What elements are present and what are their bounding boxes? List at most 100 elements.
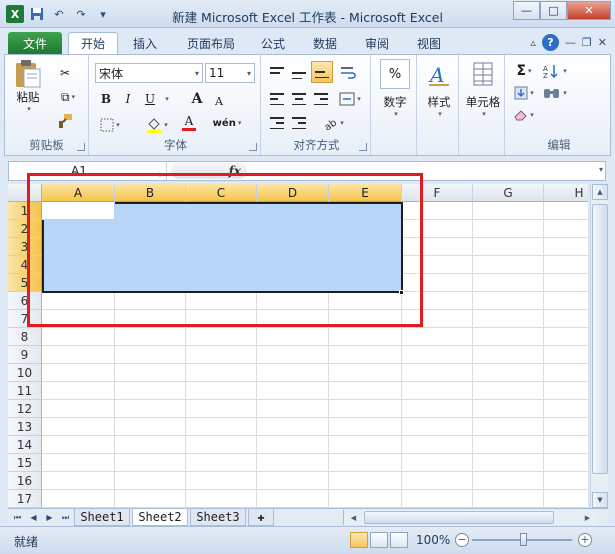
column-header-g[interactable]: G (473, 184, 544, 202)
group-editing: Σ ▾ A Z ▾ ▾ ▾ ▾ 编辑 (507, 55, 611, 155)
clipboard-launcher-icon[interactable] (77, 143, 85, 151)
row-header-14[interactable]: 14 (8, 436, 42, 454)
font-color-button[interactable]: A (175, 113, 203, 133)
doc-minimize-icon[interactable]: — (565, 36, 576, 49)
italic-button[interactable]: I (119, 89, 137, 109)
bold-button[interactable]: B (97, 89, 115, 109)
orientation-button[interactable]: ab ▾ (319, 113, 347, 133)
grow-font-button[interactable]: A (187, 89, 207, 109)
align-center-button[interactable] (289, 89, 309, 109)
scroll-down-icon[interactable]: ▼ (592, 492, 608, 508)
tab-page-layout[interactable]: 页面布局 (178, 32, 244, 54)
clear-button[interactable]: ▾ (511, 105, 537, 125)
increase-indent-button[interactable] (289, 113, 309, 133)
copy-icon[interactable]: ⧉ ▾ (55, 87, 81, 107)
tab-review[interactable]: 审阅 (356, 32, 398, 54)
group-styles: A 样式 ▾ (419, 55, 459, 155)
borders-button[interactable]: ▾ (97, 115, 123, 135)
paste-icon (13, 59, 43, 89)
group-cells: 单元格 ▾ (461, 55, 505, 155)
font-launcher-icon[interactable] (249, 143, 257, 151)
tab-home[interactable]: 开始 (68, 32, 118, 54)
phonetic-guide-button[interactable]: wén ▾ (211, 113, 243, 133)
scroll-right-icon[interactable]: ▶ (580, 510, 595, 525)
next-sheet-icon[interactable]: ▶ (43, 511, 56, 524)
row-header-13[interactable]: 13 (8, 418, 42, 436)
status-ready: 就绪 (14, 535, 39, 549)
fill-button[interactable]: ▾ (511, 83, 537, 103)
styles-button[interactable]: A 样式 ▾ (421, 59, 457, 118)
shrink-font-button[interactable]: A (209, 91, 229, 111)
horizontal-scroll-thumb[interactable] (364, 511, 554, 524)
decrease-indent-button[interactable] (267, 113, 287, 133)
underline-button[interactable]: U (141, 89, 159, 109)
merge-center-button[interactable]: ▾ (335, 89, 365, 109)
group-alignment: ▾ ab ▾ 对齐方式 (263, 55, 371, 155)
scroll-left-icon[interactable]: ◀ (346, 510, 361, 525)
align-right-button[interactable] (311, 89, 331, 109)
first-sheet-icon[interactable]: ⏮ (11, 511, 24, 524)
font-name-combo[interactable]: 宋体 ▾ (95, 63, 203, 83)
tab-file[interactable]: 文件 (8, 32, 62, 54)
maximize-button[interactable]: □ (540, 1, 567, 20)
tab-insert[interactable]: 插入 (122, 32, 168, 54)
help-icon[interactable]: ? (541, 34, 559, 51)
doc-restore-icon[interactable]: ❐ (582, 36, 592, 49)
ribbon: 粘贴 ▾ ✂ ⧉ ▾ 剪贴板 宋体 ▾ 11 ▾ B I U ▾ A A ▾ ▾ A (4, 54, 611, 156)
format-painter-icon[interactable] (55, 111, 75, 131)
sort-filter-button[interactable]: A Z ▾ (541, 61, 569, 81)
vertical-scrollbar[interactable]: ▲ ▼ (590, 184, 608, 508)
row-header-8[interactable]: 8 (8, 328, 42, 346)
row-header-11[interactable]: 11 (8, 382, 42, 400)
row-header-16[interactable]: 16 (8, 472, 42, 490)
row-header-9[interactable]: 9 (8, 346, 42, 364)
autosum-button[interactable]: Σ ▾ (511, 61, 537, 81)
cut-icon[interactable]: ✂ (55, 63, 75, 83)
vertical-scroll-thumb[interactable] (592, 204, 608, 474)
row-header-10[interactable]: 10 (8, 364, 42, 382)
zoom-in-icon[interactable]: + (578, 533, 592, 547)
row-header-12[interactable]: 12 (8, 400, 42, 418)
tab-formulas[interactable]: 公式 (252, 32, 294, 54)
bottom-align-button[interactable] (311, 61, 333, 83)
top-align-button[interactable] (267, 63, 287, 83)
tab-view[interactable]: 视图 (408, 32, 450, 54)
font-size-combo[interactable]: 11 ▾ (205, 63, 255, 83)
svg-text:A: A (428, 63, 444, 87)
find-select-button[interactable]: ▾ (541, 83, 569, 103)
page-break-view-icon[interactable] (390, 532, 408, 548)
fill-color-button[interactable]: ▾ (143, 115, 171, 135)
alignment-launcher-icon[interactable] (359, 143, 367, 151)
middle-align-button[interactable] (289, 63, 309, 83)
align-left-button[interactable] (267, 89, 287, 109)
minimize-ribbon-icon[interactable]: ▵ (530, 36, 536, 49)
underline-dropdown-icon[interactable]: ▾ (161, 89, 171, 109)
wrap-text-button[interactable] (337, 63, 359, 83)
minimize-button[interactable]: — (513, 1, 540, 20)
group-number: % 数字 ▾ (373, 55, 417, 155)
expand-formula-bar-icon[interactable]: ▾ (599, 165, 603, 174)
horizontal-scrollbar[interactable]: ◀ ▶ (343, 510, 597, 525)
number-format-button[interactable]: % 数字 ▾ (377, 59, 413, 118)
row-header-17[interactable]: 17 (8, 490, 42, 508)
row-header-15[interactable]: 15 (8, 454, 42, 472)
ribbon-tabs: 文件 开始 插入 页面布局 公式 数据 审阅 视图 ▵ ? — ❐ ✕ (0, 28, 615, 54)
scroll-up-icon[interactable]: ▲ (592, 184, 608, 200)
zoom-level[interactable]: 100% (416, 533, 450, 547)
normal-view-icon[interactable] (350, 532, 368, 548)
page-layout-view-icon[interactable] (370, 532, 388, 548)
tab-data[interactable]: 数据 (304, 32, 346, 54)
close-button[interactable]: ✕ (567, 1, 611, 20)
sheet-tab-sheet3[interactable]: Sheet3 (190, 509, 246, 526)
sheet-tab-sheet1[interactable]: Sheet1 (74, 509, 130, 526)
last-sheet-icon[interactable]: ⏭ (59, 511, 72, 524)
prev-sheet-icon[interactable]: ◀ (27, 511, 40, 524)
zoom-out-icon[interactable]: − (455, 533, 469, 547)
cells-button[interactable]: 单元格 ▾ (461, 59, 505, 118)
doc-close-icon[interactable]: ✕ (598, 36, 607, 49)
column-header-h[interactable]: H (544, 184, 588, 202)
paste-button[interactable]: 粘贴 ▾ (13, 59, 43, 113)
zoom-slider-thumb[interactable] (520, 533, 527, 546)
insert-sheet-icon[interactable]: ✚ (248, 509, 274, 526)
sheet-tab-sheet2[interactable]: Sheet2 (132, 509, 188, 526)
